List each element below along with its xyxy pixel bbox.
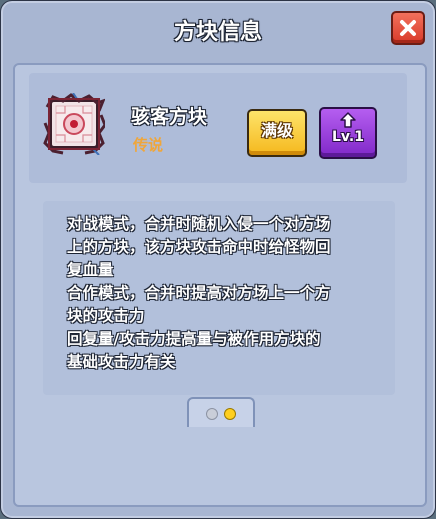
block-name: 骇客方块 xyxy=(131,106,208,128)
level-upgrade-button[interactable]: Lv.1 xyxy=(319,107,377,159)
description-line: 合作模式，合并时提高对方场上一个方 xyxy=(67,284,331,302)
close-button[interactable] xyxy=(391,11,425,45)
upgrade-arrow-icon xyxy=(340,112,356,128)
hacker-block-icon xyxy=(43,92,107,156)
dialog-title: 方块信息 xyxy=(173,20,262,45)
description-line: 对战模式，合并时随机入侵一个对方场 xyxy=(67,215,331,233)
level-label: Lv.1 xyxy=(332,129,364,145)
rarity-label: 传说 xyxy=(133,136,164,154)
description-line: 基础攻击力有关 xyxy=(67,353,176,371)
description-line: 回复量/攻击力提高量与被作用方块的 xyxy=(67,330,321,348)
max-level-button[interactable]: 满级 xyxy=(247,109,307,157)
description-line: 块的攻击力 xyxy=(67,307,145,325)
page-dot-2-active[interactable] xyxy=(224,408,236,420)
close-icon xyxy=(400,20,416,36)
description-line: 复血量 xyxy=(67,261,114,279)
page-dot-1[interactable] xyxy=(206,408,218,420)
description-line: 上的方块，该方块攻击命中时给怪物回 xyxy=(67,238,331,256)
page-indicator xyxy=(187,397,255,427)
description-text: 对战模式，合并时随机入侵一个对方场 上的方块，该方块攻击命中时给怪物回 复血量 … xyxy=(67,213,387,374)
block-info-dialog: 方块信息 骇客方块 传说 满级 Lv.1 对战模式，合并时随机入侵一个对方场 上… xyxy=(0,0,436,519)
